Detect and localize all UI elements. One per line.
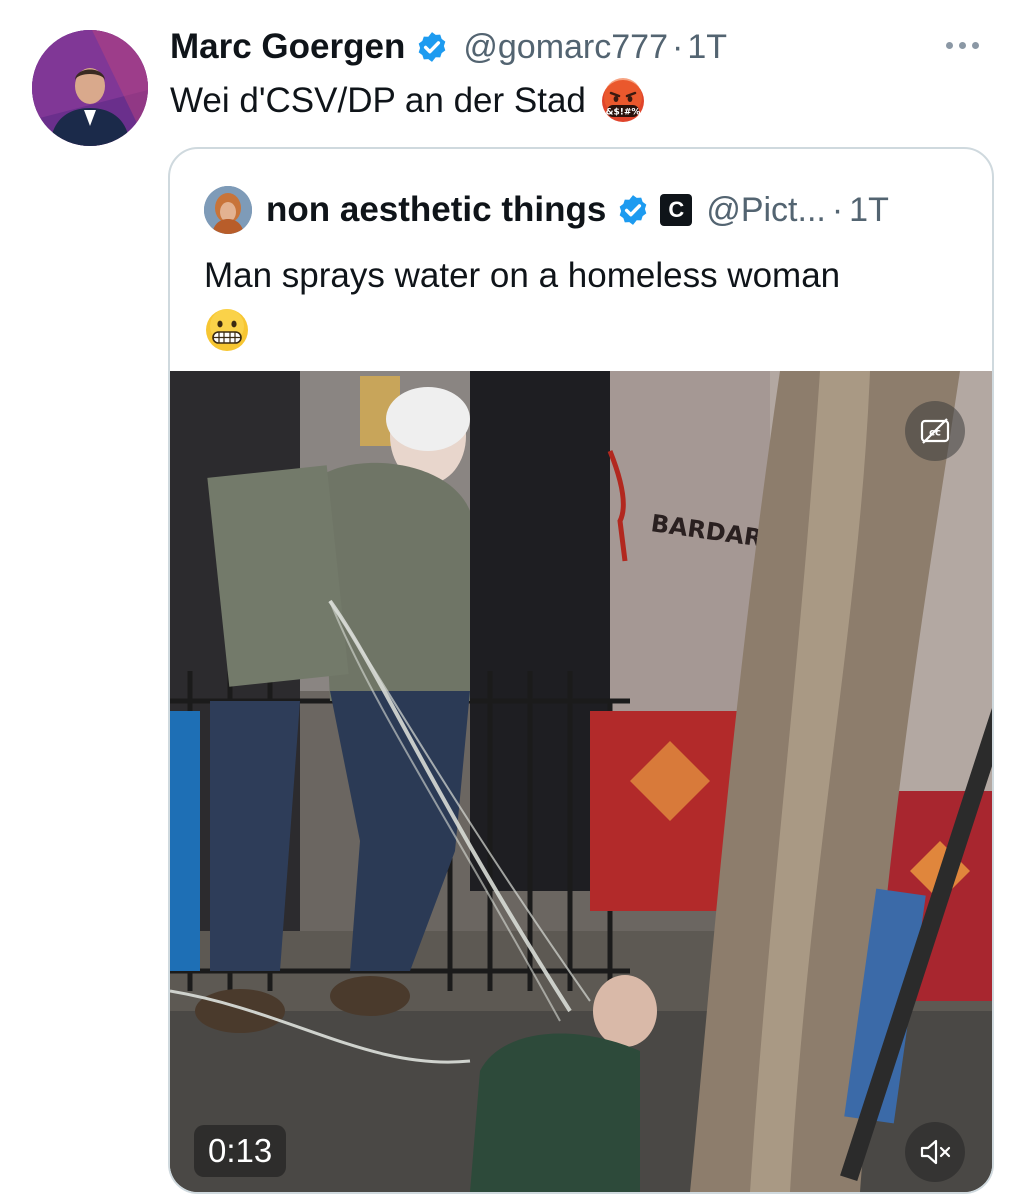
grimacing-face-emoji-icon — [206, 309, 248, 351]
quoted-tweet-text-content: Man sprays water on a homeless woman — [204, 256, 841, 295]
tweet-header: Marc Goergen @gomarc777 · 1T — [170, 24, 727, 70]
verified-badge-icon — [619, 195, 647, 225]
verified-badge-icon — [419, 32, 446, 62]
quoted-tweet-card[interactable]: non aesthetic things C @Pict... · 1T Man… — [168, 147, 994, 1194]
face-with-symbols-on-mouth-emoji-icon: &$!#% — [601, 78, 644, 122]
quoted-author-handle[interactable]: @Pict... — [706, 191, 826, 230]
video-player[interactable]: BARDARO cc 0:13 — [170, 371, 992, 1192]
svg-text:cc: cc — [929, 428, 941, 439]
separator-dot: · — [671, 27, 684, 66]
author-handle[interactable]: @gomarc777 — [463, 28, 668, 67]
tweet-text: Wei d'CSV/DP an der Stad &$!#% — [170, 78, 646, 124]
tweet-time[interactable]: 1T — [687, 28, 727, 67]
video-frame-image: BARDARO — [170, 371, 992, 1192]
author-avatar[interactable] — [32, 30, 148, 146]
quoted-author-name[interactable]: non aesthetic things — [266, 190, 606, 230]
captions-off-icon: cc — [920, 418, 950, 444]
quoted-tweet-text: Man sprays water on a homeless woman — [204, 253, 964, 353]
quoted-tweet-time[interactable]: 1T — [849, 191, 889, 230]
affiliate-badge-icon: C — [660, 194, 693, 226]
captions-toggle-button[interactable]: cc — [905, 401, 965, 461]
video-duration-badge: 0:13 — [194, 1125, 287, 1177]
mute-toggle-button[interactable] — [905, 1122, 965, 1182]
quoted-author-avatar[interactable] — [204, 186, 252, 234]
speaker-muted-icon — [920, 1139, 951, 1165]
quoted-tweet-header: non aesthetic things C @Pict... · 1T — [204, 185, 889, 235]
tweet-text-content: Wei d'CSV/DP an der Stad — [170, 81, 586, 120]
author-name[interactable]: Marc Goergen — [170, 27, 405, 67]
svg-text:&$!#%: &$!#% — [606, 108, 641, 118]
separator-dot: · — [831, 190, 844, 229]
more-options-icon[interactable] — [946, 30, 990, 60]
